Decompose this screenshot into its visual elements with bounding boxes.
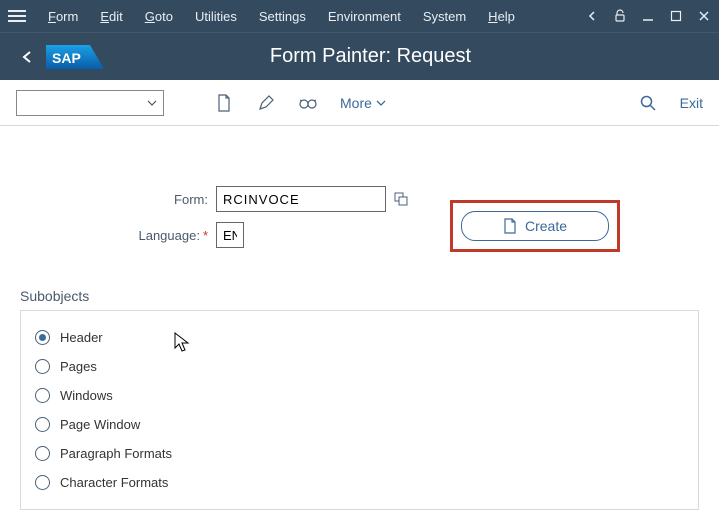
subobject-label: Character Formats [60, 475, 168, 490]
menu-form[interactable]: Form [38, 3, 88, 30]
subobject-page-window[interactable]: Page Window [35, 410, 684, 439]
lock-open-icon[interactable] [613, 9, 627, 23]
create-highlight-box: Create [450, 200, 620, 252]
subobject-label: Windows [60, 388, 113, 403]
glasses-icon[interactable] [298, 93, 318, 113]
pencil-icon[interactable] [256, 93, 276, 113]
sap-logo: SAP [46, 42, 106, 72]
language-input[interactable] [216, 222, 244, 248]
content-area: Form: Language:* Subobjects Header Pages… [0, 126, 719, 510]
subobjects-section: Subobjects Header Pages Windows Page Win… [20, 288, 699, 510]
menu-help[interactable]: Help [478, 3, 525, 30]
subobject-paragraph-formats[interactable]: Paragraph Formats [35, 439, 684, 468]
hamburger-icon[interactable] [8, 7, 26, 25]
more-menu[interactable]: More [340, 95, 386, 111]
page-icon [503, 218, 517, 234]
radio-icon[interactable] [35, 446, 50, 461]
subobject-pages[interactable]: Pages [35, 352, 684, 381]
page-icon[interactable] [214, 93, 234, 113]
menu-edit[interactable]: Edit [90, 3, 132, 30]
toolbar: More Exit [0, 80, 719, 126]
subobject-label: Header [60, 330, 103, 345]
menu-goto[interactable]: Goto [135, 3, 183, 30]
subobject-header[interactable]: Header [35, 323, 684, 352]
language-label: Language:* [20, 228, 216, 243]
minimize-icon[interactable] [641, 9, 655, 23]
create-button[interactable]: Create [461, 211, 609, 241]
chevron-down-icon [147, 98, 157, 108]
menu-utilities[interactable]: Utilities [185, 3, 247, 30]
back-icon[interactable] [14, 44, 40, 70]
menu-environment[interactable]: Environment [318, 3, 411, 30]
subobject-label: Pages [60, 359, 97, 374]
exit-button[interactable]: Exit [680, 95, 703, 111]
form-label: Form: [20, 192, 216, 207]
chevron-down-icon [376, 98, 386, 108]
toolbar-dropdown[interactable] [16, 90, 164, 116]
subobjects-title: Subobjects [20, 288, 699, 304]
maximize-icon[interactable] [669, 9, 683, 23]
menubar: Form Edit Goto Utilities Settings Enviro… [0, 0, 719, 32]
page-title: Form Painter: Request [106, 45, 635, 68]
radio-icon[interactable] [35, 388, 50, 403]
subobject-windows[interactable]: Windows [35, 381, 684, 410]
radio-icon[interactable] [35, 359, 50, 374]
radio-icon[interactable] [35, 330, 50, 345]
form-name-input[interactable] [216, 186, 386, 212]
menu-settings[interactable]: Settings [249, 3, 316, 30]
subobject-character-formats[interactable]: Character Formats [35, 468, 684, 497]
svg-text:SAP: SAP [52, 50, 81, 66]
f4-help-icon[interactable] [390, 188, 412, 210]
titlebar: SAP Form Painter: Request [0, 32, 719, 80]
subobject-label: Paragraph Formats [60, 446, 172, 461]
radio-icon[interactable] [35, 417, 50, 432]
chevron-left-icon[interactable] [585, 9, 599, 23]
radio-icon[interactable] [35, 475, 50, 490]
close-icon[interactable] [697, 9, 711, 23]
subobject-label: Page Window [60, 417, 140, 432]
menu-system[interactable]: System [413, 3, 476, 30]
search-icon[interactable] [638, 93, 658, 113]
